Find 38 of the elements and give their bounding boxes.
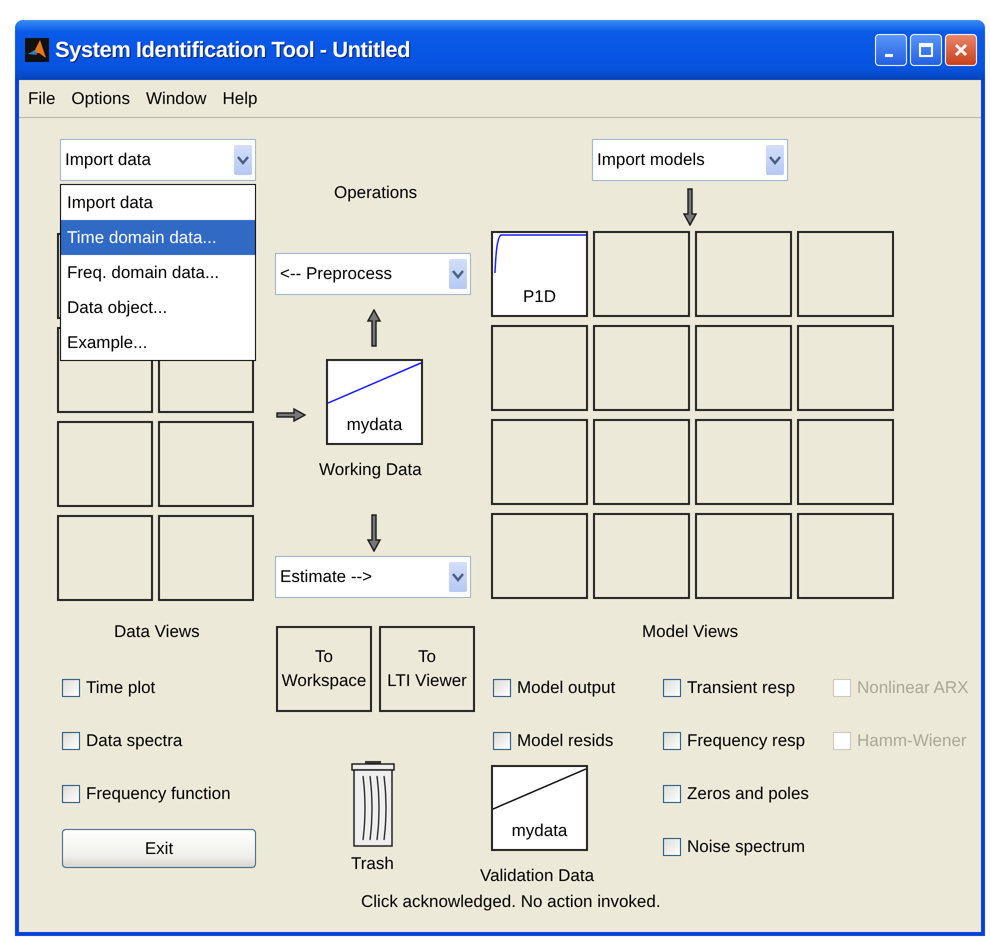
checkbox-label: Hamm-Wiener bbox=[857, 731, 967, 751]
validation-data-label: Validation Data bbox=[480, 866, 594, 886]
estimate-dropdown[interactable]: Estimate --> bbox=[275, 556, 471, 598]
checkbox-label: Noise spectrum bbox=[687, 837, 806, 857]
checkbox-label: Model resids bbox=[517, 731, 614, 751]
checkbox-label: Data spectra bbox=[86, 731, 182, 751]
preprocess-dropdown[interactable]: <-- Preprocess bbox=[275, 253, 471, 295]
export-button[interactable]: To LTI Viewer bbox=[379, 626, 475, 712]
export-button[interactable]: To Workspace bbox=[276, 626, 372, 712]
checkbox-label: Frequency resp bbox=[687, 731, 806, 751]
dropdown-option[interactable]: Data object... bbox=[61, 290, 255, 325]
checkbox-label: Frequency function bbox=[86, 784, 231, 804]
window-title: System Identification Tool - Untitled bbox=[55, 37, 412, 63]
import-models-dropdown[interactable]: Import models bbox=[592, 139, 788, 181]
working-data-label: Working Data bbox=[319, 460, 422, 480]
menu-item[interactable]: File bbox=[28, 88, 56, 108]
trash-label: Trash bbox=[351, 854, 394, 874]
data-name: mydata bbox=[346, 414, 402, 436]
data-name: mydata bbox=[512, 820, 568, 842]
dropdown-option[interactable]: Time domain data... bbox=[61, 220, 255, 255]
data-views-label: Data Views bbox=[114, 622, 200, 642]
status-text: Click acknowledged. No action invoked. bbox=[361, 892, 661, 912]
checkbox-label: Model output bbox=[517, 678, 616, 698]
dropdown-option[interactable]: Example... bbox=[61, 325, 255, 360]
menu-item[interactable]: Window bbox=[146, 88, 206, 108]
menu-item[interactable]: Help bbox=[222, 88, 258, 108]
import-data-dropdown[interactable]: Import data bbox=[60, 139, 256, 181]
dropdown-option[interactable]: Import data bbox=[61, 185, 255, 220]
model-views-label: Model Views bbox=[642, 622, 738, 642]
model-name: P1D bbox=[522, 286, 556, 308]
checkbox-label: Nonlinear ARX bbox=[857, 678, 969, 698]
checkbox-label: Time plot bbox=[86, 678, 156, 698]
menu-item[interactable]: Options bbox=[71, 88, 130, 108]
checkbox-label: Zeros and poles bbox=[687, 784, 809, 804]
operations-label: Operations bbox=[334, 183, 418, 203]
exit-button[interactable]: Exit bbox=[62, 829, 256, 868]
checkbox-label: Transient resp bbox=[687, 678, 796, 698]
dropdown-option[interactable]: Freq. domain data... bbox=[61, 255, 255, 290]
